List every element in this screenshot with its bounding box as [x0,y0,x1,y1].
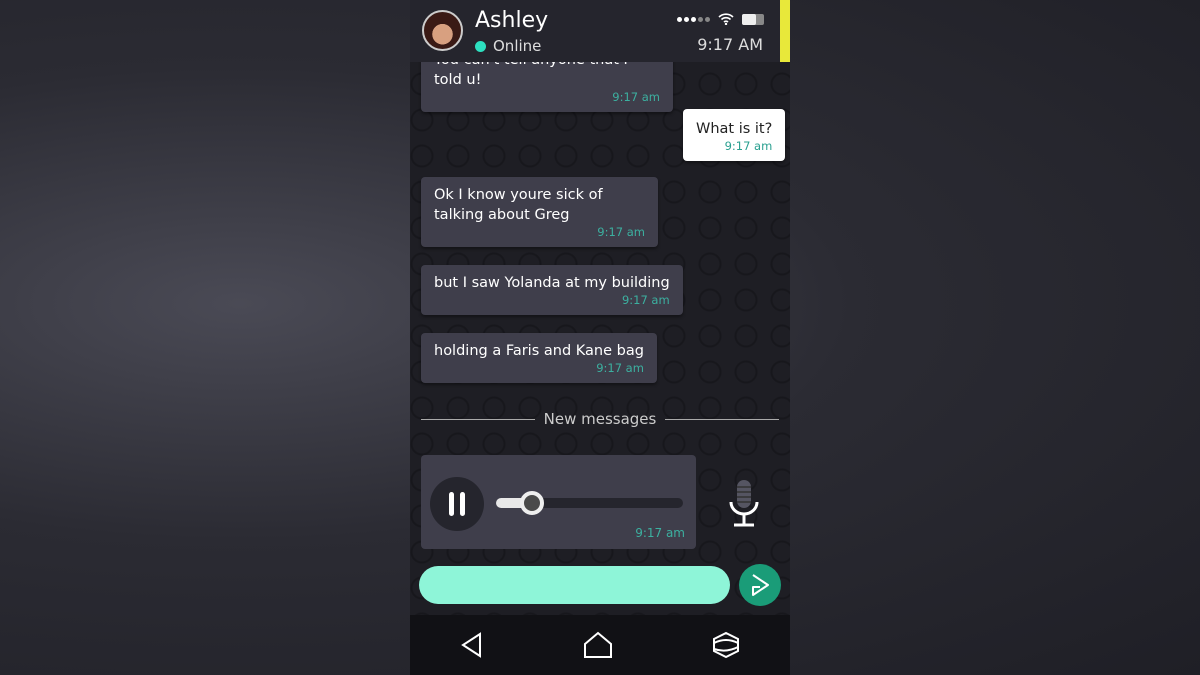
online-dot-icon [475,40,486,52]
chat-header: Ashley Online 9:17 AM [410,0,790,62]
message-time: 9:17 am [596,361,644,375]
signal-icon [677,16,710,22]
phone-screen: You can't tell anyone that I told u! 9:1… [410,0,790,675]
message-text: holding a Faris and Kane bag [434,343,644,359]
pause-icon [449,492,454,516]
status-time: 9:17 AM [697,35,763,54]
voice-message: 9:17 am [421,455,696,549]
contact-name: Ashley [475,8,549,33]
message-text: Ok I know youre sick of talking about Gr… [434,187,603,223]
navigation-bar [410,615,790,675]
back-icon[interactable] [460,632,484,658]
status-icons [677,13,764,25]
send-icon [752,574,769,596]
new-messages-divider: New messages [421,410,779,428]
message-incoming: but I saw Yolanda at my building 9:17 am [421,265,683,315]
battery-icon [742,13,764,25]
message-incoming: holding a Faris and Kane bag 9:17 am [421,333,657,383]
send-button[interactable] [739,564,781,606]
message-incoming: Ok I know youre sick of talking about Gr… [421,177,658,247]
message-time: 9:17 am [724,139,773,153]
avatar[interactable] [422,10,463,51]
home-icon[interactable] [583,631,613,659]
message-time: 9:17 am [597,225,645,239]
voice-time: 9:17 am [635,526,685,540]
message-input[interactable] [419,566,730,604]
presence-label: Online [493,37,542,55]
audio-progress-slider[interactable] [496,491,683,515]
message-text: What is it? [696,121,773,137]
presence-status: Online [475,37,541,55]
recent-apps-icon[interactable] [712,631,740,659]
slider-handle[interactable] [519,491,544,515]
divider-label: New messages [543,410,657,428]
pause-button[interactable] [430,477,484,531]
message-text: but I saw Yolanda at my building [434,275,670,291]
highlight-bar [780,0,790,62]
wifi-icon [718,13,734,25]
microphone-icon[interactable] [728,480,760,528]
message-outgoing: What is it? 9:17 am [683,109,786,161]
message-time: 9:17 am [612,90,660,104]
message-time: 9:17 am [621,293,670,307]
